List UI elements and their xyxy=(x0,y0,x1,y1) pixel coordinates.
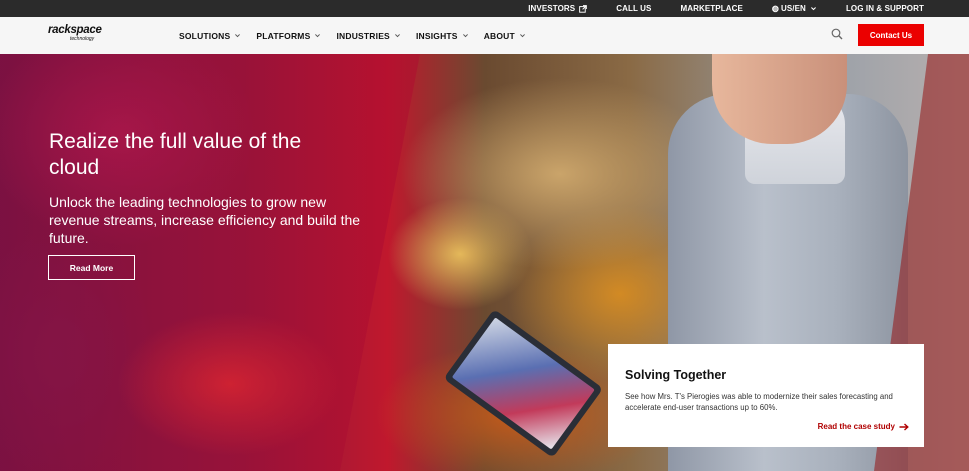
nav-item-label: ABOUT xyxy=(483,30,515,41)
search-icon[interactable] xyxy=(831,28,843,40)
contact-us-label: Contact Us xyxy=(869,30,913,40)
marketplace-label: MARKETPLACE xyxy=(680,4,743,13)
nav-item-about[interactable]: ABOUT xyxy=(484,31,526,41)
hero-subtitle: Unlock the leading technologies to grow … xyxy=(49,194,361,246)
chevron-down-icon xyxy=(462,34,468,38)
read-more-button[interactable]: Read More xyxy=(48,255,135,280)
arrow-right-icon xyxy=(899,422,909,431)
logo-tagline: technology xyxy=(70,36,95,42)
chevron-down-icon xyxy=(519,34,525,38)
rackspace-logo[interactable]: rackspace technology xyxy=(48,24,108,47)
hero-section: Realize the full value of the cloud Unlo… xyxy=(0,54,969,471)
chevron-down-icon xyxy=(235,34,241,38)
external-link-icon xyxy=(579,4,588,13)
call-us-link[interactable]: CALL US xyxy=(616,4,651,13)
nav-item-solutions[interactable]: SOLUTIONS xyxy=(179,31,241,41)
contact-us-button[interactable]: Contact Us xyxy=(858,24,924,46)
case-study-card: Solving Together See how Mrs. T's Pierog… xyxy=(608,344,924,447)
investors-link[interactable]: INVESTORS xyxy=(528,4,588,13)
globe-icon: ◍ xyxy=(771,4,779,13)
locale-label: US/EN xyxy=(780,4,806,13)
call-us-label: CALL US xyxy=(616,4,652,13)
nav-item-label: INSIGHTS xyxy=(415,30,458,41)
investors-label: INVESTORS xyxy=(528,4,576,13)
case-study-text: See how Mrs. T's Pierogies was able to m… xyxy=(625,392,893,412)
case-study-link[interactable]: Read the case study xyxy=(818,422,909,431)
main-navigation: rackspace technology SOLUTIONS PLATFORMS… xyxy=(0,17,969,54)
login-support-link[interactable]: LOG IN & SUPPORT xyxy=(846,4,924,13)
nav-item-label: PLATFORMS xyxy=(256,30,311,41)
nav-item-label: SOLUTIONS xyxy=(179,30,231,41)
nav-item-label: INDUSTRIES xyxy=(336,30,390,41)
login-support-label: LOG IN & SUPPORT xyxy=(845,4,924,13)
case-study-link-label: Read the case study xyxy=(817,422,895,431)
nav-item-insights[interactable]: INSIGHTS xyxy=(416,31,469,41)
read-more-label: Read More xyxy=(69,262,114,273)
nav-menu: SOLUTIONS PLATFORMS INDUSTRIES INSIGHTS … xyxy=(179,17,541,54)
logo-wordmark: rackspace xyxy=(48,24,102,36)
case-study-title: Solving Together xyxy=(625,368,727,382)
chevron-down-icon xyxy=(394,34,400,38)
utility-bar: INVESTORS CALL US MARKETPLACE ◍ US/EN LO… xyxy=(0,0,969,17)
marketplace-link[interactable]: MARKETPLACE xyxy=(680,4,742,13)
locale-selector[interactable]: ◍ US/EN xyxy=(772,4,817,13)
chevron-down-icon xyxy=(810,7,816,11)
nav-item-industries[interactable]: INDUSTRIES xyxy=(336,31,400,41)
nav-item-platforms[interactable]: PLATFORMS xyxy=(256,31,321,41)
chevron-down-icon xyxy=(315,34,321,38)
hero-title: Realize the full value of the cloud xyxy=(49,130,302,179)
